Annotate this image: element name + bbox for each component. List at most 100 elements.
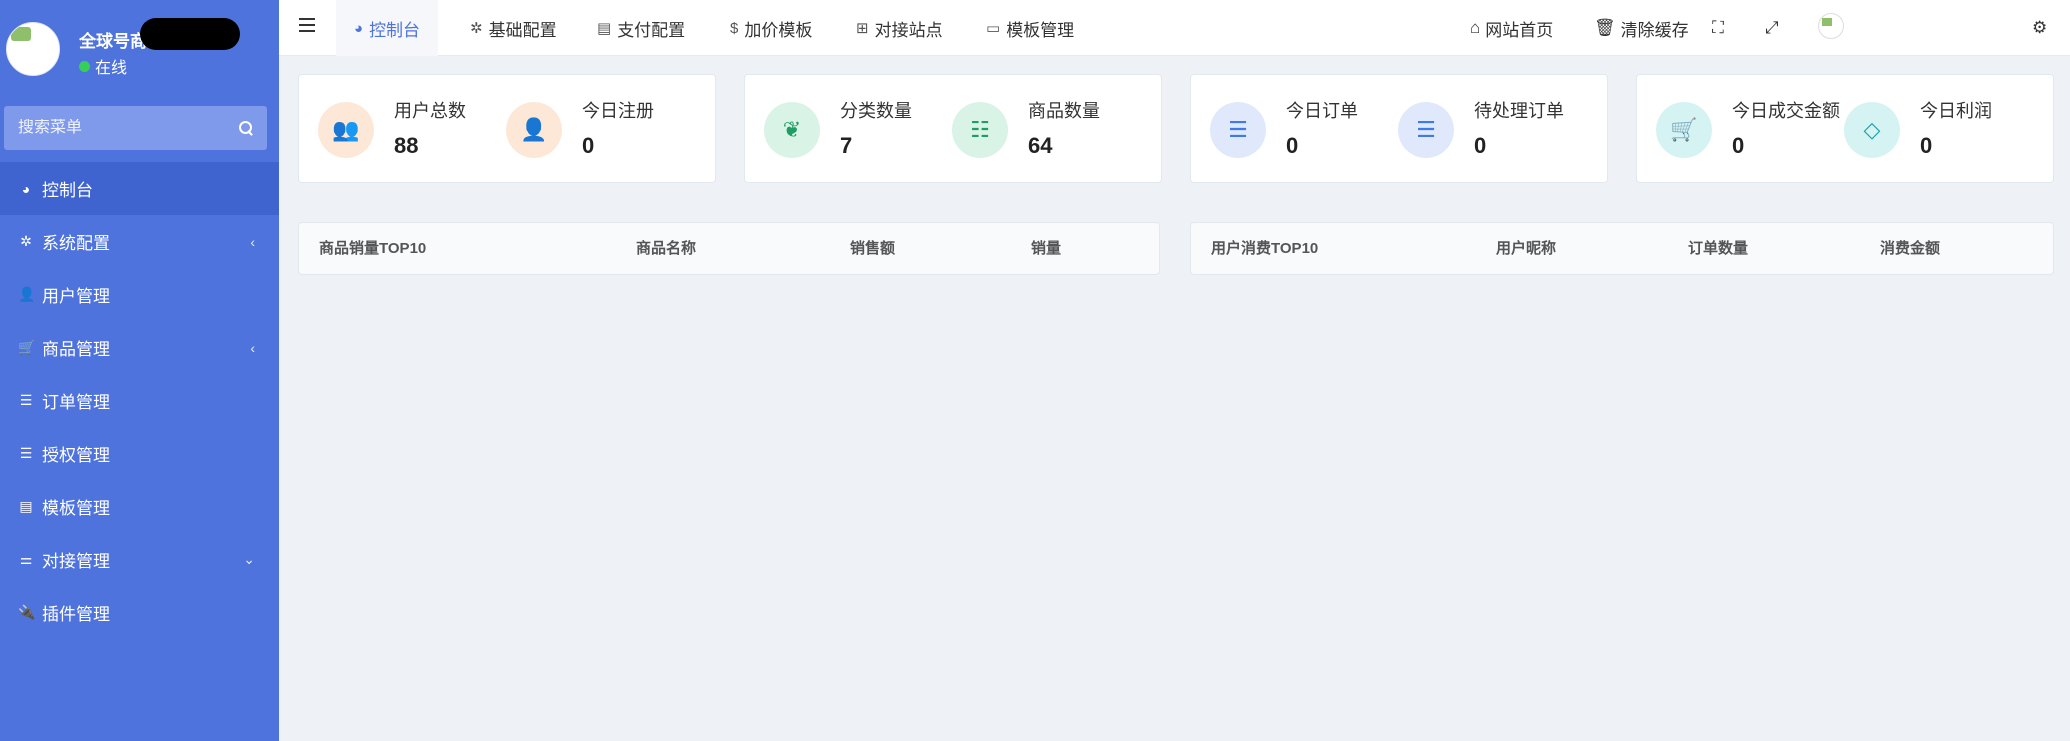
stat-value: 0 (1474, 133, 1487, 158)
cart-icon: 🛒 (18, 339, 36, 355)
tab-dashboard[interactable]: ◕ 控制台 (336, 0, 439, 56)
sidebar-item-label: 系统配置 (42, 234, 110, 253)
header-avatar[interactable] (1818, 13, 1844, 39)
list-icon: ☷ (952, 102, 1008, 158)
clear-cache-button[interactable]: 🗑 清除缓存 (1594, 0, 1689, 56)
dashboard-icon: ◕ (21, 180, 31, 197)
sidebar-item-label: 插件管理 (42, 605, 110, 624)
user-icon: 👤 (506, 102, 562, 158)
sidebar-item-templates[interactable]: ▤ 模板管理 (0, 480, 279, 533)
tab-basic-config[interactable]: ✲ 基础配置 (470, 0, 557, 56)
sidebar-item-orders[interactable]: ☰ 订单管理 (0, 374, 279, 427)
sidebar-item-label: 授权管理 (42, 446, 110, 465)
sidebar-item-authorization[interactable]: ☰ 授权管理 (0, 427, 279, 480)
stat-label: 今日注册 (582, 101, 654, 121)
stat-label: 商品数量 (1028, 101, 1100, 121)
sidebar-item-plugins[interactable]: 🔌 插件管理 (0, 586, 279, 639)
sidebar-item-integration[interactable]: ⚌ 对接管理 ⌄ (0, 533, 279, 586)
stats-card-revenue: 🛒 今日成交金额 0 ◇ 今日利润 0 (1636, 74, 2054, 183)
stat-value: 0 (1920, 133, 1933, 158)
gear-icon: ✲ (470, 20, 483, 37)
stat-label: 今日成交金额 (1732, 101, 1840, 121)
translate-button[interactable]: ⛶ (1712, 0, 1724, 56)
cogs-icon: ⚙ (2032, 18, 2048, 37)
users-icon: 👥 (318, 102, 374, 158)
sidebar-menu: ◕ 控制台 ✲ 系统配置 ‹ 👤 用户管理 🛒 商品管理 ‹ ☰ 订单管理 ☰ … (0, 162, 279, 639)
tab-label: 控制台 (369, 20, 421, 40)
list-icon: ☰ (19, 392, 33, 408)
cart-icon: 🛒 (1656, 102, 1712, 158)
sidebar-item-label: 对接管理 (42, 552, 110, 571)
stat-label: 用户总数 (394, 101, 466, 121)
sidebar-item-dashboard[interactable]: ◕ 控制台 (0, 162, 279, 215)
menu-search (4, 106, 267, 150)
table-header-product-name: 商品名称 (636, 240, 697, 257)
table-header-sales-volume: 销量 (1031, 240, 1062, 257)
avatar[interactable] (6, 22, 60, 76)
sidebar-item-system-config[interactable]: ✲ 系统配置 ‹ (0, 215, 279, 268)
sidebar: 全球号商 在线 ◕ 控制台 ✲ 系统配置 ‹ 👤 用户管理 🛒 商品管理 ‹ (0, 0, 279, 741)
clear-cache-label: 清除缓存 (1620, 20, 1689, 40)
table-header-order-count: 订单数量 (1688, 240, 1749, 257)
stats-card-orders: ☰ 今日订单 0 ☰ 待处理订单 0 (1190, 74, 1608, 183)
sidebar-item-users[interactable]: 👤 用户管理 (0, 268, 279, 321)
tab-label: 模板管理 (1006, 20, 1075, 40)
tab-label: 支付配置 (617, 20, 686, 40)
stat-label: 今日订单 (1286, 101, 1358, 121)
site-home-link[interactable]: ⌂ 网站首页 (1470, 0, 1553, 56)
site-home-label: 网站首页 (1485, 20, 1554, 40)
gear-icon: ✲ (20, 233, 32, 249)
user-panel: 全球号商 在线 (0, 0, 279, 104)
stat-label: 今日利润 (1920, 101, 1992, 121)
stat-value: 88 (394, 133, 419, 158)
tab-label: 加价模板 (744, 20, 813, 40)
top-navbar: ◕ 控制台 ✲ 基础配置 ▤ 支付配置 $ 加价模板 ⊞ 对接站点 ▭ 模板管理… (279, 0, 2070, 56)
bars-icon: ☰ (1398, 102, 1454, 158)
sidebar-item-label: 用户管理 (42, 287, 110, 306)
trash-icon: 🗑 (1594, 18, 1616, 37)
sitemap-icon: ⊞ (856, 20, 869, 37)
dollar-icon: $ (730, 19, 739, 37)
tab-markup-template[interactable]: $ 加价模板 (730, 0, 812, 56)
sidebar-item-products[interactable]: 🛒 商品管理 ‹ (0, 321, 279, 374)
settings-button[interactable]: ⚙ (2032, 0, 2047, 56)
redaction-mark (140, 18, 240, 50)
tab-label: 基础配置 (488, 20, 557, 40)
plug-icon: 🔌 (18, 604, 36, 620)
tab-payment-config[interactable]: ▤ 支付配置 (597, 0, 685, 56)
table-header-top10: 用户消费TOP10 (1211, 240, 1319, 257)
chevron-left-icon: ‹ (250, 339, 255, 356)
sidebar-item-label: 控制台 (42, 181, 93, 200)
status-label: 在线 (95, 60, 128, 77)
server-icon: ▤ (597, 20, 612, 37)
stats-card-users: 👥 用户总数 88 👤 今日注册 0 (298, 74, 716, 183)
stats-card-products: ❦ 分类数量 7 ☷ 商品数量 64 (744, 74, 1162, 183)
user-consumption-table: 用户消费TOP10 用户昵称 订单数量 消费金额 (1190, 222, 2054, 275)
tab-template-management[interactable]: ▭ 模板管理 (986, 0, 1074, 56)
list-icon: ☰ (19, 445, 33, 461)
search-input[interactable] (18, 119, 218, 137)
stat-label: 待处理订单 (1474, 101, 1564, 121)
stat-value: 64 (1028, 133, 1053, 158)
sidebar-item-label: 订单管理 (42, 393, 110, 412)
tab-docking-sites[interactable]: ⊞ 对接站点 (856, 0, 943, 56)
chevron-left-icon: ‹ (250, 233, 255, 250)
chevron-down-icon: ⌄ (243, 551, 255, 567)
online-status: 在线 (79, 54, 127, 78)
table-header-nickname: 用户昵称 (1496, 240, 1557, 257)
user-icon: 👤 (18, 286, 36, 302)
fullscreen-button[interactable]: ⤢ (1765, 0, 1779, 56)
stat-label: 分类数量 (840, 101, 912, 121)
search-icon[interactable] (239, 121, 253, 135)
window-icon: ▭ (986, 20, 1001, 37)
tab-label: 对接站点 (874, 20, 943, 40)
expand-icon: ⤢ (1765, 18, 1779, 37)
diamond-icon: ◇ (1844, 102, 1900, 158)
product-sales-table: 商品销量TOP10 商品名称 销售额 销量 (298, 222, 1160, 275)
status-dot-icon (79, 60, 90, 72)
user-name: 全球号商 (79, 32, 147, 51)
menu-toggle-icon[interactable] (299, 18, 315, 32)
table-header-top10: 商品销量TOP10 (319, 240, 427, 257)
template-icon: ▤ (19, 498, 33, 514)
stat-value: 0 (582, 133, 595, 158)
